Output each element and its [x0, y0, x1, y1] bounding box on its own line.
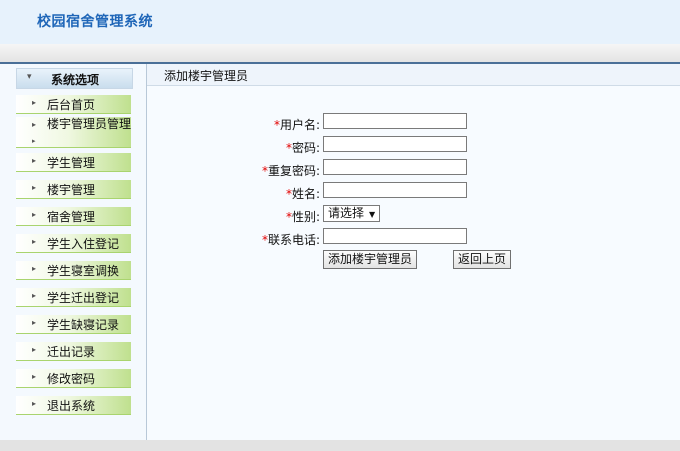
form-row-name: *姓名: — [147, 182, 680, 202]
sidebar-item-label: 学生入住登记 — [47, 237, 120, 251]
sidebar-item-label: 学生缺寝记录 — [47, 318, 120, 332]
form-row-username: *用户名: — [147, 113, 680, 133]
form-row-gender: *性别: 请选择 ▼ — [147, 205, 680, 225]
name-label: 姓名: — [291, 187, 320, 201]
password-input[interactable] — [323, 136, 467, 152]
phone-label: 联系电话: — [267, 233, 320, 247]
sidebar-item-change-password[interactable]: ▸ 修改密码 — [16, 369, 131, 388]
form-actions: 添加楼宇管理员 返回上页 — [147, 250, 680, 270]
form-row-repeat-password: *重复密码: — [147, 159, 680, 179]
username-input[interactable] — [323, 113, 467, 129]
name-input[interactable] — [323, 182, 467, 198]
sidebar-item-home[interactable]: ▸ 后台首页 — [16, 95, 131, 114]
form-row-phone: *联系电话: — [147, 228, 680, 248]
sidebar-item-students[interactable]: ▸ 学生管理 — [16, 153, 131, 172]
sidebar-item-label: 学生管理 — [47, 156, 96, 170]
main-content: *用户名: *密码: *重复密码: *姓名: *性别: 请选择 ▼ *联系电话: … — [147, 86, 680, 440]
sidebar-item-label: 楼宇管理员管理 — [47, 117, 132, 131]
sidebar-item-absence[interactable]: ▸ 学生缺寝记录 — [16, 315, 131, 334]
sidebar-item-checkout[interactable]: ▸ 学生迁出登记 — [16, 288, 131, 307]
bullet-arrow-icon: ▸ — [32, 210, 37, 219]
gender-label: 性别: — [291, 210, 320, 224]
password-label: 密码: — [291, 141, 320, 155]
bullet-arrow-icon: ▸ — [32, 372, 37, 381]
sidebar-item-dorms[interactable]: ▸ 宿舍管理 — [16, 207, 131, 226]
phone-input[interactable] — [323, 228, 467, 244]
back-button[interactable]: 返回上页 — [453, 250, 512, 269]
sidebar-item-label: 修改密码 — [47, 372, 96, 386]
header-strip — [0, 44, 680, 62]
bullet-arrow-icon: ▸ — [32, 156, 37, 165]
sidebar-item-checkout-records[interactable]: ▸ 迁出记录 — [16, 342, 131, 361]
app-title: 校园宿舍管理系统 — [37, 14, 153, 30]
bullet-arrow-icon: ▸ — [32, 237, 37, 246]
sidebar-item-label: 退出系统 — [47, 399, 96, 413]
sidebar-item-building-admin[interactable]: ▸ ▸ 楼宇管理员管理 — [16, 117, 131, 148]
sidebar-item-checkin[interactable]: ▸ 学生入住登记 — [16, 234, 131, 253]
collapse-arrow-icon[interactable]: ▾ — [27, 72, 32, 82]
bullet-arrow-icon: ▸ — [32, 345, 37, 354]
gender-selected-value: 请选择 — [328, 206, 365, 220]
sidebar-item-label: 学生迁出登记 — [47, 291, 120, 305]
sidebar-item-label: 迁出记录 — [47, 345, 96, 359]
sidebar-item-label: 学生寝室调换 — [47, 264, 120, 278]
bullet-arrow-icon: ▸ — [32, 291, 37, 300]
expand-arrow-icon: ▸ — [32, 137, 36, 145]
add-building-admin-button[interactable]: 添加楼宇管理员 — [323, 250, 418, 269]
sidebar-item-label: 宿舍管理 — [47, 210, 96, 224]
page-title: 添加楼宇管理员 — [164, 69, 249, 83]
footer-bar — [0, 440, 680, 451]
bullet-arrow-icon: ▸ — [32, 183, 37, 192]
sidebar-item-label: 楼宇管理 — [47, 183, 96, 197]
bullet-arrow-icon: ▸ — [32, 120, 37, 129]
app-header: 校园宿舍管理系统 — [0, 0, 680, 44]
content-header: 添加楼宇管理员 — [147, 64, 680, 86]
username-label: 用户名: — [279, 118, 320, 132]
gender-select[interactable]: 请选择 ▼ — [323, 205, 381, 222]
sidebar-item-label: 后台首页 — [47, 98, 96, 112]
form-row-password: *密码: — [147, 136, 680, 156]
bullet-arrow-icon: ▸ — [32, 399, 37, 408]
sidebar-item-logout[interactable]: ▸ 退出系统 — [16, 396, 131, 415]
sidebar-header-label: 系统选项 — [51, 73, 100, 87]
sidebar-item-buildings[interactable]: ▸ 楼宇管理 — [16, 180, 131, 199]
sidebar-header[interactable]: ▾ 系统选项 — [16, 68, 133, 89]
bullet-arrow-icon: ▸ — [32, 318, 37, 327]
sidebar: ▾ 系统选项 ▸ 后台首页 ▸ ▸ 楼宇管理员管理 ▸ 学生管理 ▸ 楼宇管理 … — [0, 64, 147, 440]
sidebar-item-room-swap[interactable]: ▸ 学生寝室调换 — [16, 261, 131, 280]
repeat-password-label: 重复密码: — [267, 164, 320, 178]
bullet-arrow-icon: ▸ — [32, 98, 37, 107]
dropdown-arrow-icon[interactable]: ▼ — [369, 210, 375, 219]
bullet-arrow-icon: ▸ — [32, 264, 37, 273]
repeat-password-input[interactable] — [323, 159, 467, 175]
